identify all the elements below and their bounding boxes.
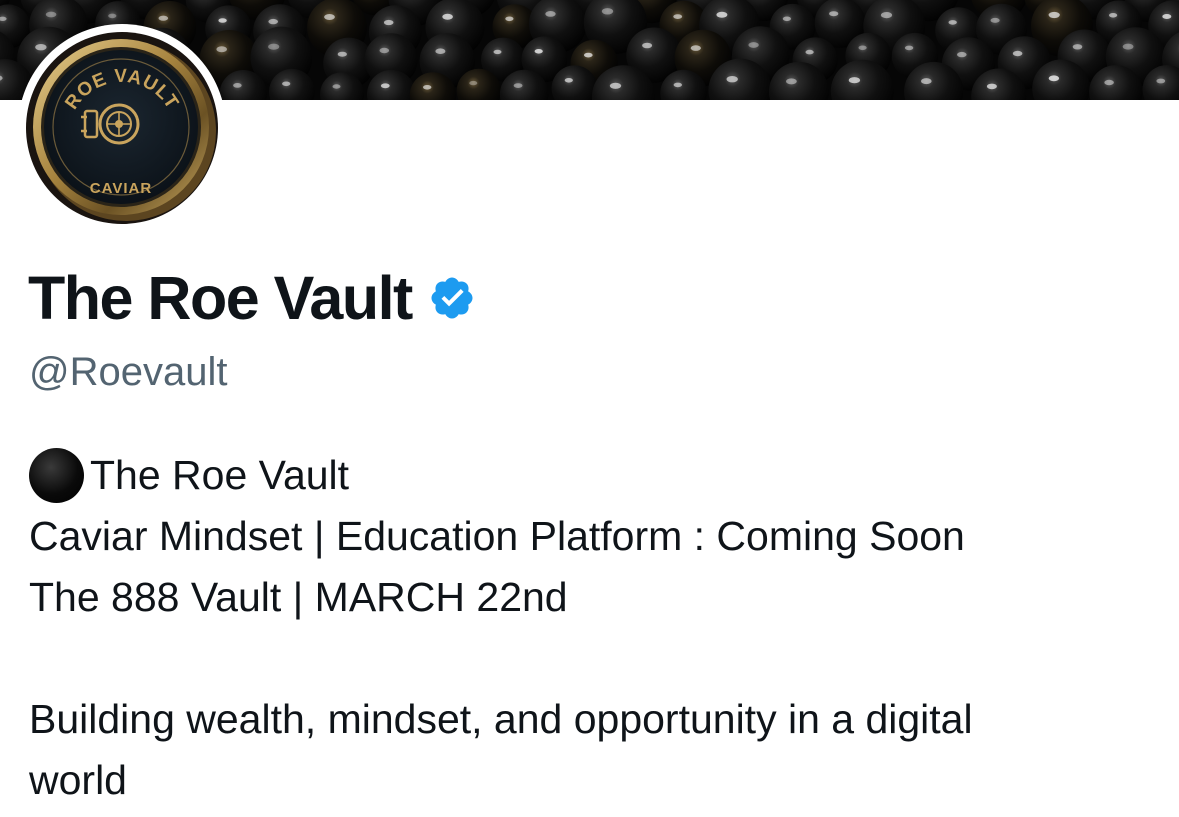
pearl-highlight [1104,79,1114,86]
bio-line: Building wealth, mindset, and opportunit… [29,696,973,742]
pearl-highlight [268,18,279,25]
pearl-highlight [423,85,432,90]
pearl-highlight [337,51,347,57]
pearl-highlight [1162,14,1172,19]
pearl-highlight [848,77,861,84]
pearl-highlight [564,78,573,83]
logo-bottom-text: CAVIAR [90,180,152,197]
profile-name-row: The Roe Vault [28,262,476,334]
pearl-highlight [332,84,341,89]
pearl-highlight [584,52,593,58]
pearl-highlight [383,19,394,26]
bio-line: The Roe Vault [29,445,1149,506]
pearl-highlight [948,20,957,25]
pearl-highlight [805,49,814,55]
pearl-highlight [609,82,622,89]
black-circle-icon [29,448,84,503]
pearl-highlight [957,51,967,58]
bio-line-text: The Roe Vault [90,452,350,498]
pearl-highlight [858,45,867,51]
pearl-highlight [158,15,169,21]
pearl-highlight [268,43,280,50]
pearl-highlight [673,82,682,88]
pearl-highlight [786,78,797,85]
pearl-highlight [282,81,291,87]
profile-bio: The Roe Vault Caviar Mindset | Education… [29,445,1149,811]
pearl-highlight [108,13,117,19]
roe-vault-logo: ROE VAULT CAVIAR [26,32,218,224]
pearl-highlight [1012,50,1023,57]
pearl-highlight [435,48,446,54]
pearl-highlight [642,42,653,49]
pearl-highlight [45,11,57,18]
pearl-highlight [493,49,502,55]
bio-line: The 888 Vault | MARCH 22nd [29,574,568,620]
pearl-highlight [442,13,453,20]
pearl-highlight [513,83,523,88]
pearl-highlight [469,80,478,86]
pearl-highlight [534,49,543,54]
pearl-highlight [748,42,759,48]
bio-line: world [29,757,127,803]
pearl-highlight [379,47,390,54]
pearl-highlight [921,78,932,85]
pearl-highlight [726,76,738,83]
pearl-highlight [716,11,728,18]
pearl-highlight [1156,78,1166,84]
pearl-highlight [673,14,683,19]
pearl-highlight [324,14,335,20]
profile-handle: @Roevault [29,350,228,394]
pearl-highlight [990,17,1000,23]
pearl-highlight [1048,75,1060,82]
pearl-highlight [380,83,390,89]
display-name: The Roe Vault [28,264,413,332]
pearl-highlight [218,18,227,23]
pearl-highlight [690,45,701,51]
profile-page: ROE VAULT CAVIAR The Roe Vault @Roevault [0,0,1179,817]
pearl-highlight [601,8,614,15]
pearl-highlight [505,16,514,22]
pearl-highlight [880,12,893,19]
bio-spacer [29,628,1149,689]
pearl-highlight [233,83,242,88]
verified-badge-icon[interactable] [428,274,476,322]
pearl-highlight [782,16,792,22]
pearl-highlight [829,11,839,17]
avatar[interactable]: ROE VAULT CAVIAR [18,24,226,232]
pearl-highlight [1048,11,1060,19]
pearl-highlight [1122,43,1134,50]
pearl-highlight [986,83,997,90]
pearl-highlight [1109,13,1118,18]
pearl-highlight [1072,44,1083,50]
pearl-highlight [904,45,914,51]
pearl-highlight [545,11,556,17]
bio-line: Caviar Mindset | Education Platform : Co… [29,513,965,559]
